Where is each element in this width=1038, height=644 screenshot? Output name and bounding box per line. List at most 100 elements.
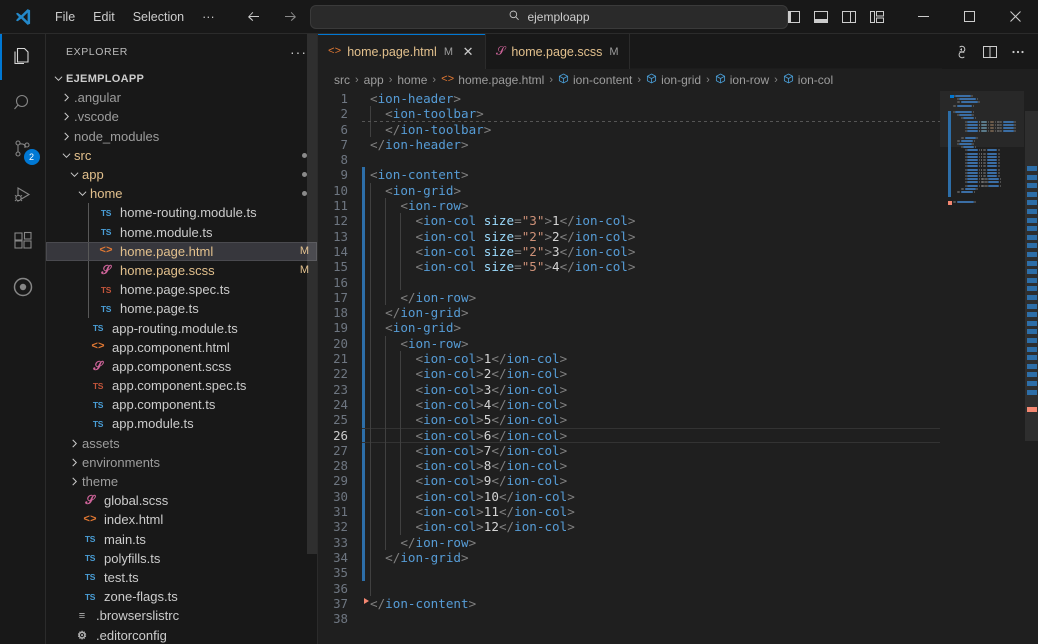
explorer-more-actions-icon[interactable]: ··· bbox=[290, 45, 307, 59]
split-editor-icon[interactable] bbox=[982, 44, 998, 60]
tree-item-home[interactable]: home bbox=[46, 184, 317, 203]
code-line[interactable]: 14 <ion-col size="2">3</ion-col> bbox=[318, 243, 940, 260]
chevron-right-icon[interactable] bbox=[58, 93, 74, 102]
tree-item-app-module-ts[interactable]: TS app.module.ts bbox=[46, 414, 317, 433]
breadcrumb-item-ion-row[interactable]: ion-row bbox=[715, 73, 769, 87]
code-line[interactable]: 33 </ion-row> bbox=[318, 534, 940, 550]
code-line[interactable]: 8 bbox=[318, 152, 940, 167]
activity-item-search[interactable] bbox=[0, 80, 46, 126]
chevron-down-icon[interactable] bbox=[50, 74, 66, 83]
code-line[interactable]: 36 bbox=[318, 580, 940, 596]
editor-tab-home-page-scss[interactable]: 𝒮home.page.scss M bbox=[486, 34, 630, 69]
code-line[interactable]: 13 <ion-col size="2">2</ion-col> bbox=[318, 228, 940, 244]
chevron-right-icon[interactable] bbox=[66, 439, 82, 448]
code-line[interactable]: 38 bbox=[318, 611, 940, 626]
chevron-right-icon[interactable] bbox=[66, 477, 82, 486]
code-line[interactable]: 18 </ion-grid> bbox=[318, 305, 940, 321]
code-content[interactable]: 1 <ion-header> 2 <ion-toolbar> 6 </ion-tool… bbox=[318, 91, 940, 626]
toggle-panel-icon[interactable] bbox=[812, 8, 830, 26]
code-scroll-area[interactable]: 1 <ion-header> 2 <ion-toolbar> 6 </ion-tool… bbox=[318, 91, 940, 644]
editor-tabs[interactable]: <> home.page.html M ✕ 𝒮home.page.scss M bbox=[318, 34, 630, 69]
run-preview-icon[interactable] bbox=[954, 44, 970, 60]
tree-item-home-page-ts[interactable]: TS home.page.ts bbox=[46, 299, 317, 319]
command-center-search[interactable]: ejemploapp bbox=[310, 4, 788, 29]
chevron-down-icon[interactable] bbox=[66, 170, 82, 179]
window-maximize-button[interactable] bbox=[946, 0, 992, 34]
code-line[interactable]: 12 <ion-col size="3">1</ion-col> bbox=[318, 213, 940, 229]
tree-item-zone-flags-ts[interactable]: TS zone-flags.ts bbox=[46, 587, 317, 606]
window-close-button[interactable] bbox=[992, 0, 1038, 34]
breadcrumb-item-home[interactable]: home bbox=[397, 73, 427, 87]
tree-item-theme[interactable]: theme bbox=[46, 472, 317, 491]
menu-file[interactable]: File bbox=[46, 7, 84, 27]
minimap-slider[interactable] bbox=[940, 91, 1024, 147]
tree-item-app-component-scss[interactable]: 𝒮app.component.scss bbox=[46, 357, 317, 376]
code-line[interactable]: 1 <ion-header> bbox=[318, 91, 940, 106]
window-minimize-button[interactable] bbox=[900, 0, 946, 34]
activity-item-run-and-debug[interactable] bbox=[0, 172, 46, 218]
code-line[interactable]: 20 <ion-row> bbox=[318, 335, 940, 352]
tree-item--vscode[interactable]: .vscode bbox=[46, 107, 317, 126]
tree-item--browserslistrc[interactable]: ≡ .browserslistrc bbox=[46, 606, 317, 625]
tree-item--editorconfig[interactable]: ⚙ .editorconfig bbox=[46, 625, 317, 644]
code-line[interactable]: 24 <ion-col>4</ion-col> bbox=[318, 396, 940, 413]
tree-item-app-routing-module-ts[interactable]: TS app-routing.module.ts bbox=[46, 318, 317, 337]
tree-item-test-ts[interactable]: TS test.ts bbox=[46, 568, 317, 587]
code-line[interactable]: 23 <ion-col>3</ion-col> bbox=[318, 381, 940, 397]
activity-item-source-control[interactable]: 2 bbox=[0, 126, 46, 172]
tree-item-global-scss[interactable]: 𝒮global.scss bbox=[46, 491, 317, 510]
breadcrumb-item-ion-grid[interactable]: ion-grid bbox=[646, 73, 701, 87]
editor-tab-home-page-html[interactable]: <> home.page.html M ✕ bbox=[318, 34, 487, 69]
code-line[interactable]: 15 <ion-col size="5">4</ion-col> bbox=[318, 259, 940, 275]
tree-item-home-routing-module-ts[interactable]: TS home-routing.module.ts bbox=[46, 203, 317, 223]
tree-item-home-module-ts[interactable]: TS home.module.ts bbox=[46, 222, 317, 242]
overview-ruler[interactable] bbox=[1024, 91, 1038, 644]
code-line[interactable]: 30 <ion-col>10</ion-col> bbox=[318, 488, 940, 505]
file-tree[interactable]: EJEMPLOAPP .angular .vscode node_modules src… bbox=[46, 69, 317, 644]
tree-item-environments[interactable]: environments bbox=[46, 453, 317, 472]
sidebar-scrollbar[interactable] bbox=[307, 34, 317, 554]
menu-edit[interactable]: Edit bbox=[84, 7, 124, 27]
code-line[interactable]: 28 <ion-col>8</ion-col> bbox=[318, 458, 940, 474]
code-line[interactable]: 17 </ion-row> bbox=[318, 289, 940, 306]
breadcrumb[interactable]: src › app › home › <> home.page.html › ion-conten… bbox=[318, 69, 1038, 91]
tree-item-node_modules[interactable]: node_modules bbox=[46, 127, 317, 146]
minimap[interactable] bbox=[940, 91, 1024, 644]
code-line[interactable]: 34 </ion-grid> bbox=[318, 549, 940, 566]
menu-bar[interactable]: File Edit Selection ··· bbox=[46, 7, 224, 27]
tree-item-home-page-html[interactable]: <> home.page.html M bbox=[46, 241, 317, 262]
code-line[interactable]: 32 <ion-col>12</ion-col> bbox=[318, 519, 940, 535]
tree-item--angular[interactable]: .angular bbox=[46, 88, 317, 107]
toggle-secondary-sidebar-icon[interactable] bbox=[840, 8, 858, 26]
chevron-right-icon[interactable] bbox=[58, 112, 74, 121]
tree-item-src[interactable]: src bbox=[46, 146, 317, 165]
tree-item-home-page-spec-ts[interactable]: TS home.page.spec.ts bbox=[46, 280, 317, 300]
code-line[interactable]: 21 <ion-col>1</ion-col> bbox=[318, 351, 940, 367]
code-line[interactable]: 11 <ion-row> bbox=[318, 198, 940, 214]
code-line[interactable]: 25 <ion-col>5</ion-col> bbox=[318, 412, 940, 428]
arrow-right-icon[interactable] bbox=[280, 7, 300, 27]
code-line[interactable]: 19 <ion-grid> bbox=[318, 320, 940, 336]
tree-item-main-ts[interactable]: TS main.ts bbox=[46, 530, 317, 549]
code-line[interactable]: 37 </ion-content> bbox=[318, 596, 940, 611]
chevron-right-icon[interactable] bbox=[58, 132, 74, 141]
breadcrumb-item-home-page-html[interactable]: <> home.page.html bbox=[441, 73, 544, 87]
menu-selection[interactable]: Selection bbox=[124, 7, 193, 27]
breadcrumb-item-app[interactable]: app bbox=[364, 73, 384, 87]
code-line[interactable]: 6 </ion-toolbar> bbox=[318, 120, 940, 137]
customize-layout-icon[interactable] bbox=[868, 8, 886, 26]
tree-item-app-component-spec-ts[interactable]: TS app.component.spec.ts bbox=[46, 376, 317, 395]
breadcrumb-item-ion-col[interactable]: ion-col bbox=[783, 73, 833, 87]
tree-item-polyfills-ts[interactable]: TS polyfills.ts bbox=[46, 549, 317, 568]
tree-item-home-page-scss[interactable]: 𝒮home.page.scss M bbox=[46, 260, 317, 281]
code-line[interactable]: 7 </ion-header> bbox=[318, 137, 940, 152]
code-line[interactable]: 10 <ion-grid> bbox=[318, 182, 940, 199]
breadcrumb-item-ion-content[interactable]: ion-content bbox=[558, 73, 632, 87]
tree-item-ejemploapp[interactable]: EJEMPLOAPP bbox=[46, 69, 317, 88]
code-line[interactable]: 22 <ion-col>2</ion-col> bbox=[318, 366, 940, 382]
code-line[interactable]: 29 <ion-col>9</ion-col> bbox=[318, 473, 940, 489]
chevron-right-icon[interactable] bbox=[66, 458, 82, 467]
activity-item-extensions[interactable] bbox=[0, 218, 46, 264]
chevron-down-icon[interactable] bbox=[74, 189, 90, 198]
chevron-down-icon[interactable] bbox=[58, 151, 74, 160]
